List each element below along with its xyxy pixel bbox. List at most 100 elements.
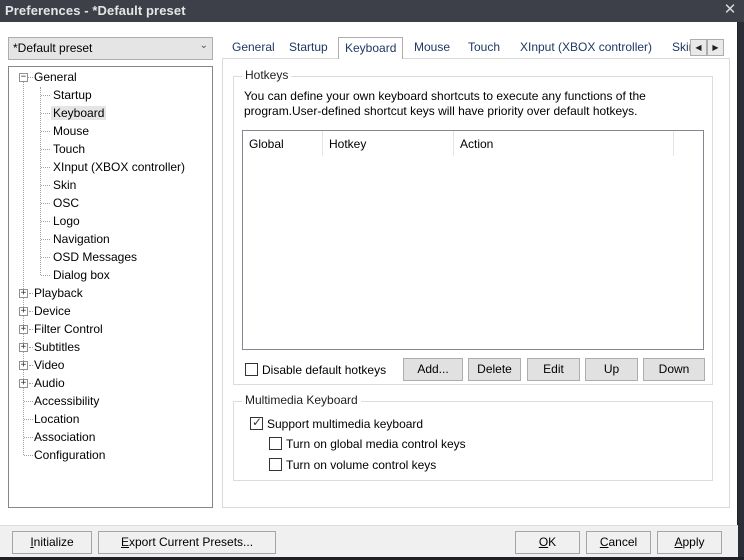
tree-item-filter-control[interactable]: Filter Control (32, 320, 105, 338)
column-header-global[interactable]: Global (243, 135, 284, 153)
edit-button[interactable]: Edit (527, 358, 580, 381)
tree-connector (41, 113, 50, 114)
volume-control-keys-checkbox[interactable]: Turn on volume control keys (269, 458, 436, 474)
tree-connector (40, 87, 41, 275)
tree-item-label: Configuration (34, 448, 106, 462)
tree-item-label: Mouse (53, 124, 90, 138)
button-label: xport Current Presets... (128, 535, 254, 549)
add-button[interactable]: Add... (403, 358, 463, 381)
tree-item-label: OSC (53, 196, 80, 210)
tree-item-osc[interactable]: OSC (51, 194, 81, 212)
tree-item-startup[interactable]: Startup (51, 86, 94, 104)
hotkeys-group: Hotkeys You can define your own keyboard… (233, 68, 713, 385)
tree-item-playback[interactable]: Playback (32, 284, 85, 302)
tree-item-skin[interactable]: Skin (51, 176, 78, 194)
expand-audio-icon[interactable]: + (19, 379, 28, 388)
tree-item-osd-messages[interactable]: OSD Messages (51, 248, 139, 266)
preferences-window: Preferences - *Default preset ✕ *Default… (0, 0, 744, 557)
tree-item-general[interactable]: General (32, 68, 79, 86)
preset-value: *Default preset (13, 41, 93, 55)
column-divider[interactable] (673, 131, 674, 156)
collapse-general-icon[interactable]: − (19, 73, 28, 82)
checkbox-box[interactable] (269, 458, 282, 471)
tree-item-audio[interactable]: Audio (32, 374, 67, 392)
delete-button[interactable]: Delete (468, 358, 521, 381)
tree-connector (41, 203, 50, 204)
tree-item-label: Device (34, 304, 71, 318)
window-title: Preferences - *Default preset (5, 3, 186, 18)
disable-default-hotkeys-checkbox[interactable]: Disable default hotkeys (245, 363, 386, 379)
support-multimedia-keyboard-checkbox[interactable]: ✓ Support multimedia keyboard (250, 415, 424, 433)
mnemonic: E (120, 535, 129, 549)
tree-item-label: Keyboard (51, 106, 107, 120)
checkbox-box[interactable]: ✓ (250, 415, 263, 430)
close-icon[interactable]: ✕ (722, 2, 738, 18)
tree-item-label: Association (34, 430, 96, 444)
global-media-control-keys-checkbox[interactable]: Turn on global media control keys (269, 437, 466, 453)
expand-video-icon[interactable]: + (19, 361, 28, 370)
tree-item-label: Accessibility (34, 394, 100, 408)
tree-item-label: XInput (XBOX controller) (53, 160, 186, 174)
tab-mouse[interactable]: Mouse (408, 37, 456, 59)
down-button[interactable]: Down (643, 358, 705, 381)
tab-touch[interactable]: Touch (462, 37, 506, 59)
tree-item-device[interactable]: Device (32, 302, 73, 320)
keyboard-tab-panel: Hotkeys You can define your own keyboard… (222, 58, 730, 508)
preset-dropdown[interactable]: *Default preset ⌄ (8, 37, 213, 60)
checkbox-box[interactable] (245, 363, 258, 376)
expand-subtitles-icon[interactable]: + (19, 343, 28, 352)
apply-button[interactable]: Apply (657, 531, 722, 554)
hotkeys-list[interactable]: Global Hotkey Action (242, 130, 704, 350)
tree-item-logo[interactable]: Logo (51, 212, 82, 230)
expand-filter-control-icon[interactable]: + (19, 325, 28, 334)
tree-item-label: Audio (34, 376, 65, 390)
tab-scroll-left-icon[interactable]: ◀ (690, 39, 707, 56)
tab-scroll-right-icon[interactable]: ▶ (707, 39, 724, 56)
tab-keyboard[interactable]: Keyboard (338, 37, 404, 59)
tree-item-touch[interactable]: Touch (51, 140, 87, 158)
tree-item-navigation[interactable]: Navigation (51, 230, 112, 248)
tree-item-label: Location (34, 412, 80, 426)
checkmark-icon: ✓ (252, 415, 263, 429)
tree-item-dialog-box[interactable]: Dialog box (51, 266, 112, 284)
tree-item-configuration[interactable]: Configuration (32, 446, 107, 464)
tree-item-video[interactable]: Video (32, 356, 66, 374)
tab-general[interactable]: General (226, 37, 281, 59)
button-label: ancel (608, 535, 638, 549)
tab-strip: General Startup Keyboard Mouse Touch XIn… (222, 37, 730, 59)
checkbox-label: Disable default hotkeys (262, 363, 387, 377)
checkbox-label: Turn on global media control keys (286, 437, 466, 451)
up-button[interactable]: Up (585, 358, 638, 381)
settings-tree[interactable]: − General Startup Keyboard Mouse Touch X… (8, 66, 213, 508)
tree-item-subtitles[interactable]: Subtitles (32, 338, 82, 356)
tree-item-location[interactable]: Location (32, 410, 81, 428)
tab-xinput[interactable]: XInput (XBOX controller) (514, 37, 658, 59)
ok-button[interactable]: OK (515, 531, 580, 554)
checkbox-label: Support multimedia keyboard (267, 417, 424, 431)
chevron-down-icon: ⌄ (199, 40, 208, 51)
tree-item-mouse[interactable]: Mouse (51, 122, 91, 140)
tree-item-label: OSD Messages (53, 250, 138, 264)
tree-item-label: Video (34, 358, 65, 372)
tree-item-accessibility[interactable]: Accessibility (32, 392, 101, 410)
tree-item-xinput[interactable]: XInput (XBOX controller) (51, 158, 187, 176)
button-label: pply (682, 535, 705, 549)
tree-item-association[interactable]: Association (32, 428, 97, 446)
tree-connector (23, 81, 24, 455)
cancel-button[interactable]: Cancel (586, 531, 651, 554)
expand-device-icon[interactable]: + (19, 307, 28, 316)
column-header-hotkey[interactable]: Hotkey (323, 135, 366, 153)
expand-playback-icon[interactable]: + (19, 289, 28, 298)
tree-item-keyboard[interactable]: Keyboard (51, 104, 107, 122)
mnemonic: A (674, 535, 683, 549)
column-header-action[interactable]: Action (454, 135, 493, 153)
button-label: K (548, 535, 557, 549)
tree-item-label: Logo (53, 214, 80, 228)
checkbox-label: Turn on volume control keys (286, 458, 437, 472)
tree-connector (41, 239, 50, 240)
tab-startup[interactable]: Startup (283, 37, 334, 59)
multimedia-group-title: Multimedia Keyboard (242, 393, 361, 407)
export-current-presets-button[interactable]: Export Current Presets... (98, 531, 276, 554)
checkbox-box[interactable] (269, 437, 282, 450)
initialize-button[interactable]: Initialize (12, 531, 92, 554)
